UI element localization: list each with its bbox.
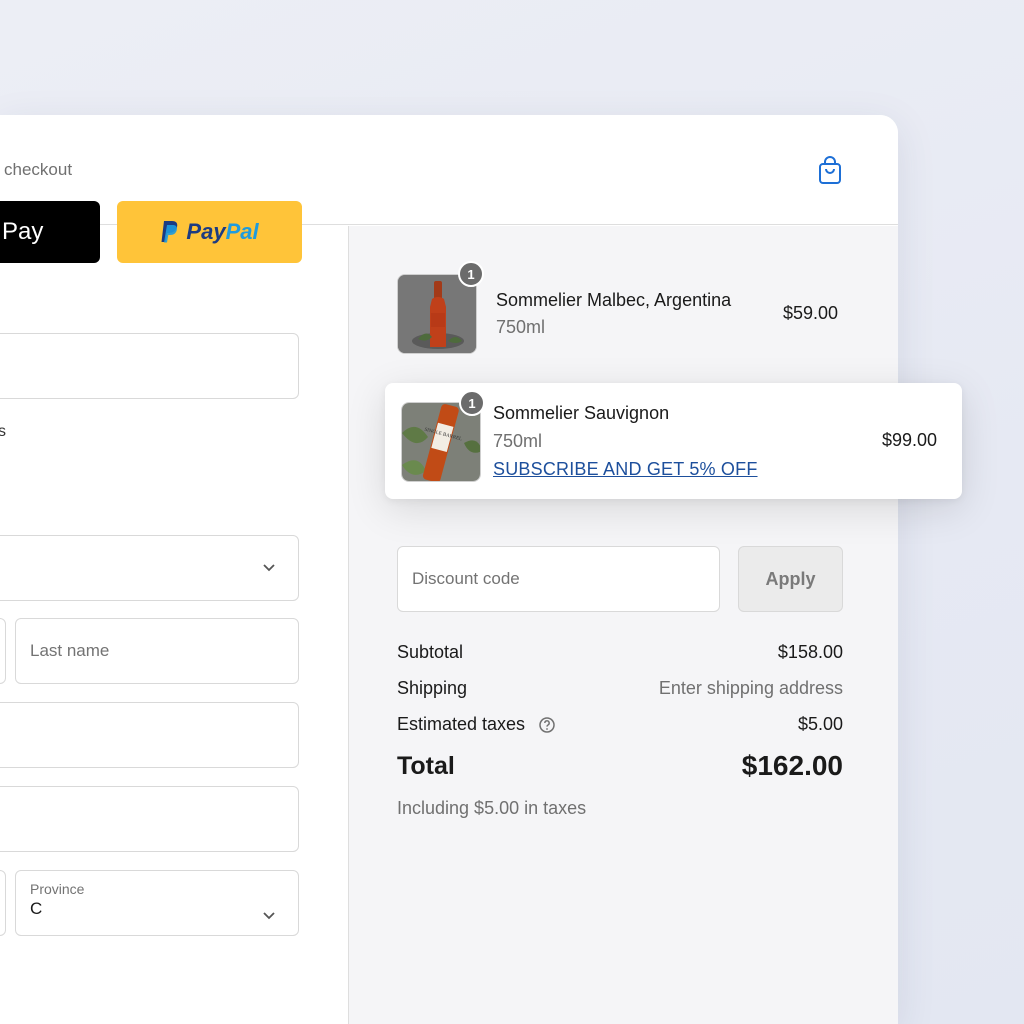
province-value: C [30, 899, 43, 918]
subscribe-offer-link[interactable]: SUBSCRIBE AND GET 5% OFF [493, 459, 758, 480]
total-label: Total [397, 752, 455, 780]
subtotal-label: Subtotal [397, 642, 464, 662]
address-field[interactable] [0, 702, 299, 768]
product-name: Sommelier Sauvignon [493, 403, 670, 423]
shipping-value: Enter shipping address [658, 678, 843, 698]
product-price: $59.00 [783, 303, 839, 323]
express-checkout-label: checkout [4, 160, 73, 179]
paypal-wordmark-pal: Pal [225, 219, 259, 244]
last-name-placeholder: Last name [30, 641, 110, 660]
product-size: 750ml [493, 431, 543, 451]
taxes-label: Estimated taxes [397, 714, 526, 734]
product-price: $99.00 [882, 430, 938, 450]
google-pay-label: Pay [2, 218, 44, 245]
taxes-row: Estimated taxes $5.00 [397, 714, 843, 738]
shipping-row: Shipping Enter shipping address [397, 678, 843, 702]
tax-note: Including $5.00 in taxes [397, 798, 587, 818]
google-pay-button[interactable]: Pay [0, 201, 100, 263]
email-field[interactable] [0, 333, 299, 399]
province-label: Province [30, 881, 85, 897]
country-select[interactable] [0, 535, 299, 601]
paypal-logo-icon [161, 221, 178, 243]
discount-code-input[interactable]: Discount code [397, 546, 720, 612]
paypal-wordmark: PayPal [186, 219, 258, 245]
apartment-field[interactable] [0, 786, 299, 852]
province-select[interactable]: Province C [15, 870, 299, 936]
paypal-button[interactable]: PayPal [117, 201, 302, 263]
last-name-field[interactable]: Last name [15, 618, 299, 684]
product-size: 750ml [496, 317, 546, 337]
city-field[interactable] [0, 870, 6, 936]
total-value: $162.00 [741, 750, 843, 781]
discount-code-placeholder: Discount code [412, 569, 520, 588]
quantity-badge: 1 [459, 390, 485, 416]
help-circle-icon[interactable] [538, 716, 556, 734]
chevron-down-icon [263, 564, 275, 572]
quantity-badge: 1 [458, 261, 484, 287]
paypal-wordmark-pay: Pay [186, 219, 226, 244]
newsletter-checkbox-label: s [0, 423, 6, 440]
product-name: Sommelier Malbec, Argentina [496, 290, 732, 310]
subtotal-row: Subtotal $158.00 [397, 642, 843, 666]
wine-bottle-image [398, 275, 476, 353]
subtotal-value: $158.00 [777, 642, 843, 662]
first-name-field[interactable] [0, 618, 6, 684]
apply-discount-button[interactable]: Apply [738, 546, 843, 612]
shopping-bag-icon[interactable] [816, 155, 844, 185]
shipping-label: Shipping [397, 678, 468, 698]
taxes-value: $5.00 [797, 714, 843, 734]
chevron-down-icon [263, 912, 275, 920]
